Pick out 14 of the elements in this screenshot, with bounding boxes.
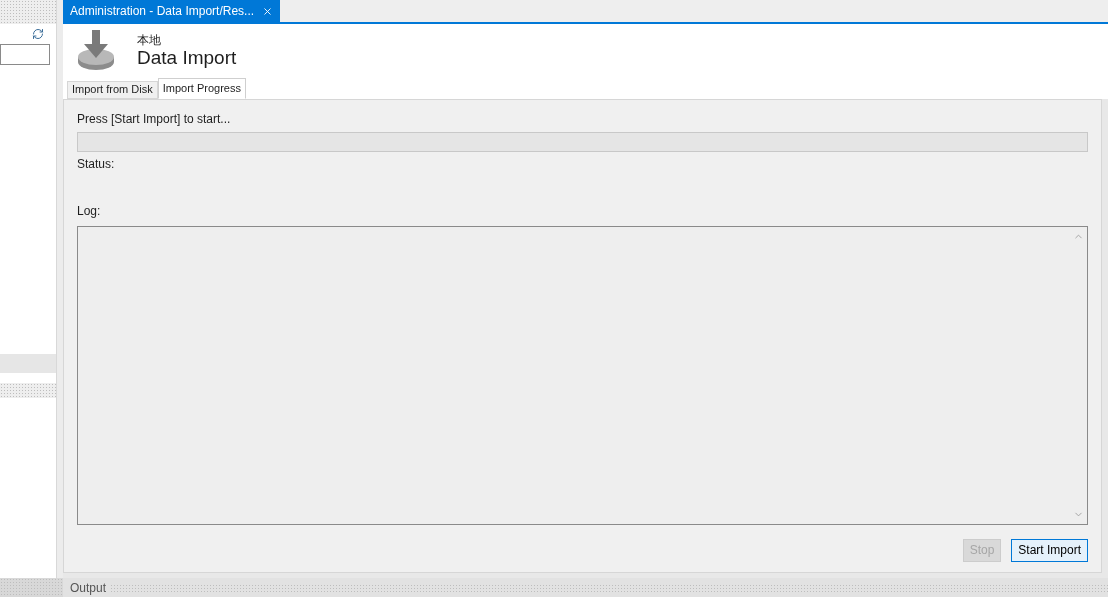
refresh-icon[interactable]: [32, 28, 44, 40]
status-label: Status:: [77, 155, 116, 173]
connection-name: 本地: [137, 33, 162, 48]
progress-message: Press [Start Import] to start...: [77, 110, 232, 128]
action-button[interactable]: Start Import: [1011, 538, 1088, 562]
tab[interactable]: Import from Disk: [67, 80, 158, 99]
search-field[interactable]: [0, 44, 50, 65]
close-icon[interactable]: [262, 5, 274, 17]
document-tab[interactable]: Administration - Data Import/Res...: [63, 0, 281, 22]
page-title: Data Import: [137, 47, 237, 70]
output-title: Output: [70, 579, 107, 597]
log-label: Log:: [77, 202, 102, 220]
download-disk-icon: [77, 30, 115, 73]
panel-grip: [0, 578, 63, 597]
